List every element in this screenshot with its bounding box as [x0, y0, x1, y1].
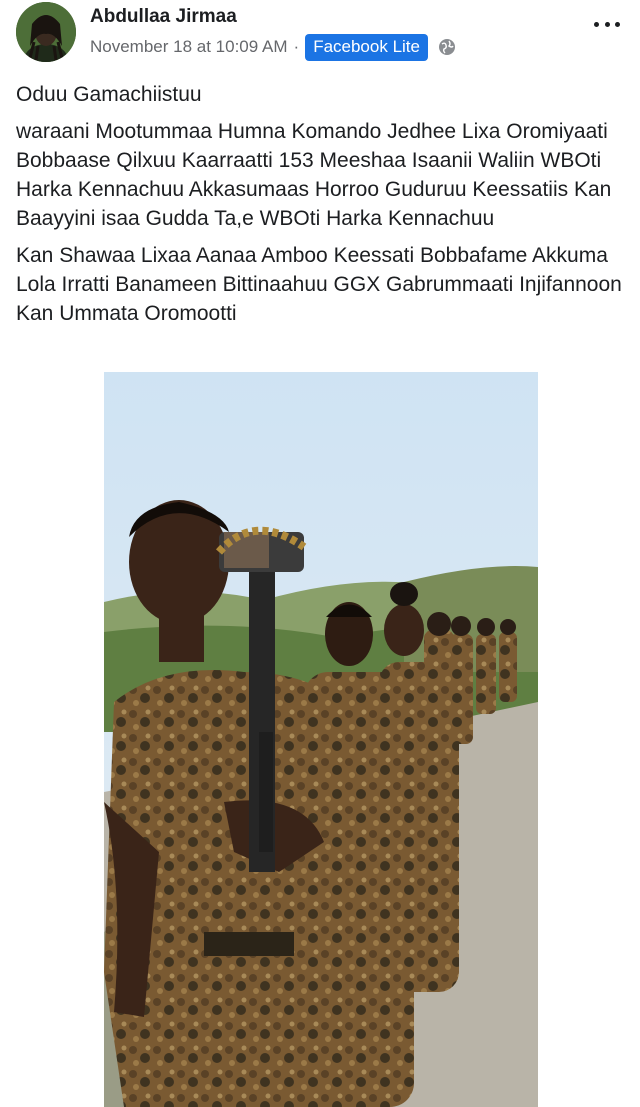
post-text: Oduu Gamachiistuu waraani Mootummaa Humn…: [16, 80, 626, 336]
avatar[interactable]: [16, 2, 76, 62]
source-badge: Facebook Lite: [305, 33, 428, 61]
meta-separator: ·: [293, 37, 300, 56]
post-paragraph: Kan Shawaa Lixaa Aanaa Amboo Keessati Bo…: [16, 244, 622, 325]
post-paragraph: waraani Mootummaa Humna Komando Jedhee L…: [16, 120, 612, 230]
post-header: Abdullaa Jirmaa November 18 at 10:09 AM …: [0, 0, 640, 72]
post-photo[interactable]: [104, 372, 538, 1107]
post-meta: November 18 at 10:09 AM · Facebook Lite: [90, 33, 456, 61]
globe-icon: [438, 38, 456, 56]
post-paragraph: Oduu Gamachiistuu: [16, 83, 202, 106]
more-options-icon[interactable]: [594, 14, 620, 34]
author-name[interactable]: Abdullaa Jirmaa: [90, 6, 237, 28]
post-timestamp[interactable]: November 18 at 10:09 AM: [90, 37, 288, 57]
